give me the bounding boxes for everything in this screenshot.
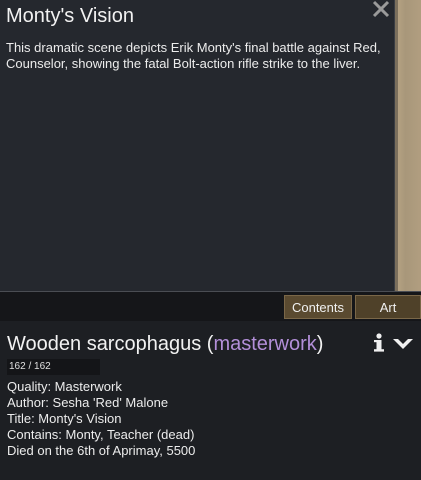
detail-title: Title: Monty's Vision <box>7 411 122 426</box>
tab-bar: Contents Art <box>0 291 421 322</box>
inspect-pane: Wooden sarcophagus (masterwork) 162 / 16… <box>0 321 421 480</box>
art-description: This dramatic scene depicts Erik Monty's… <box>6 40 381 71</box>
info-button[interactable] <box>371 333 387 353</box>
detail-author: Author: Sesha 'Red' Malone <box>7 395 169 410</box>
item-name: Wooden sarcophagus <box>7 333 202 355</box>
detail-death-date: Died on the 6th of Aprimay, 5500 <box>7 443 196 458</box>
collapse-button[interactable] <box>392 337 414 351</box>
collapse-icon <box>393 339 413 349</box>
item-quality: masterwork <box>213 333 317 355</box>
detail-contains: Contains: Monty, Teacher (dead) <box>7 427 195 442</box>
item-title: Wooden sarcophagus (masterwork) <box>7 333 324 355</box>
world-map-background <box>395 0 421 291</box>
tab-contents[interactable]: Contents <box>284 295 352 319</box>
detail-quality: Quality: Masterwork <box>7 379 122 394</box>
tab-art[interactable]: Art <box>355 295 421 319</box>
hit-points-text: 162 / 162 <box>9 361 51 372</box>
dialog-title: Monty's Vision <box>6 5 134 27</box>
close-button[interactable] <box>369 0 393 20</box>
item-details: Quality: Masterwork Author: Sesha 'Red' … <box>7 379 195 459</box>
hit-points-bar: 162 / 162 <box>7 359 100 375</box>
art-dialog: Monty's Vision This dramatic scene depic… <box>0 0 395 291</box>
info-icon <box>374 333 384 352</box>
close-icon <box>372 0 390 18</box>
